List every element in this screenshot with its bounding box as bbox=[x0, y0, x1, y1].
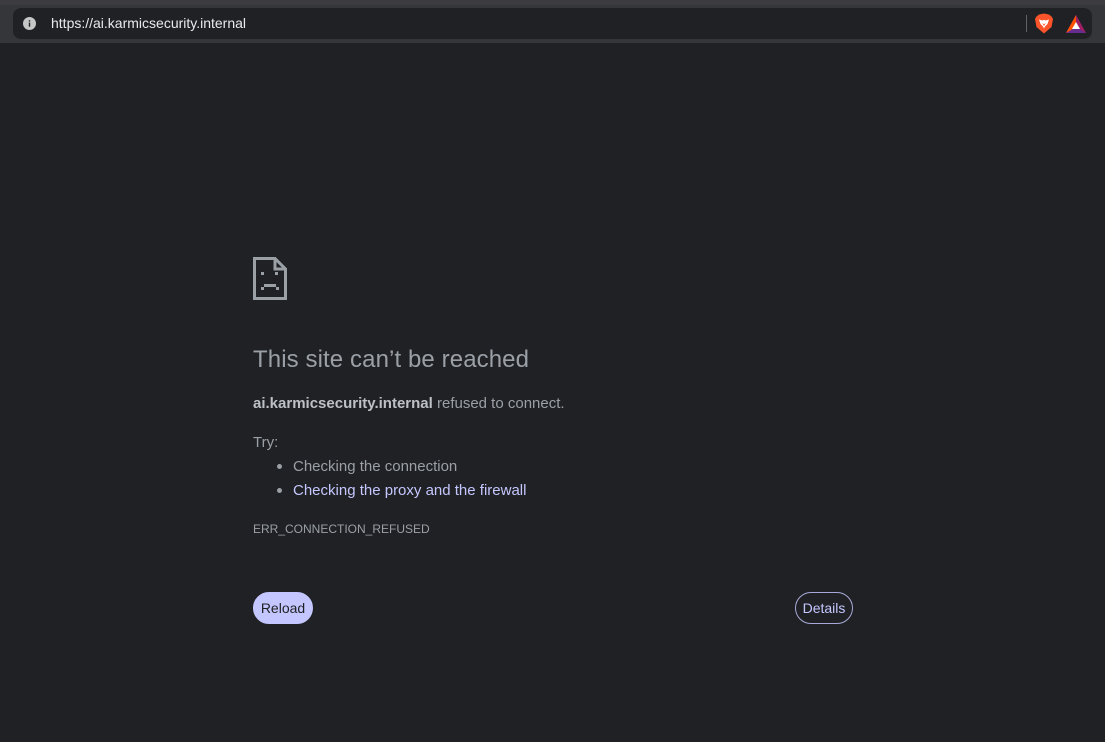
info-icon[interactable] bbox=[23, 17, 36, 30]
error-title: This site can’t be reached bbox=[253, 346, 530, 373]
try-label: Try: bbox=[253, 434, 279, 451]
details-button[interactable]: Details bbox=[795, 592, 853, 624]
error-host: ai.karmicsecurity.internal bbox=[253, 395, 433, 412]
address-bar[interactable]: https://ai.karmicsecurity.internal bbox=[13, 8, 1092, 39]
suggestion-text: Checking the connection bbox=[293, 458, 458, 475]
brave-rewards-icon[interactable] bbox=[1065, 14, 1087, 34]
error-summary: ai.karmicsecurity.internal refused to co… bbox=[253, 395, 565, 412]
proxy-firewall-link[interactable]: Checking the proxy and the firewall bbox=[293, 482, 526, 499]
browser-toolbar: https://ai.karmicsecurity.internal bbox=[0, 5, 1105, 43]
suggestion-check-connection: Checking the connection bbox=[253, 457, 526, 481]
brave-shields-icon[interactable] bbox=[1034, 13, 1054, 34]
bullet bbox=[277, 464, 282, 469]
suggestions-list: Checking the connection Checking the pro… bbox=[253, 457, 526, 505]
omnibox-divider bbox=[1026, 15, 1027, 32]
reload-button[interactable]: Reload bbox=[253, 592, 313, 624]
error-summary-suffix: refused to connect. bbox=[432, 395, 565, 412]
suggestion-check-proxy-firewall[interactable]: Checking the proxy and the firewall bbox=[253, 481, 526, 505]
error-code: ERR_CONNECTION_REFUSED bbox=[253, 522, 430, 536]
sad-document-icon bbox=[253, 257, 287, 300]
url-text[interactable]: https://ai.karmicsecurity.internal bbox=[51, 8, 246, 39]
bullet bbox=[277, 488, 282, 493]
